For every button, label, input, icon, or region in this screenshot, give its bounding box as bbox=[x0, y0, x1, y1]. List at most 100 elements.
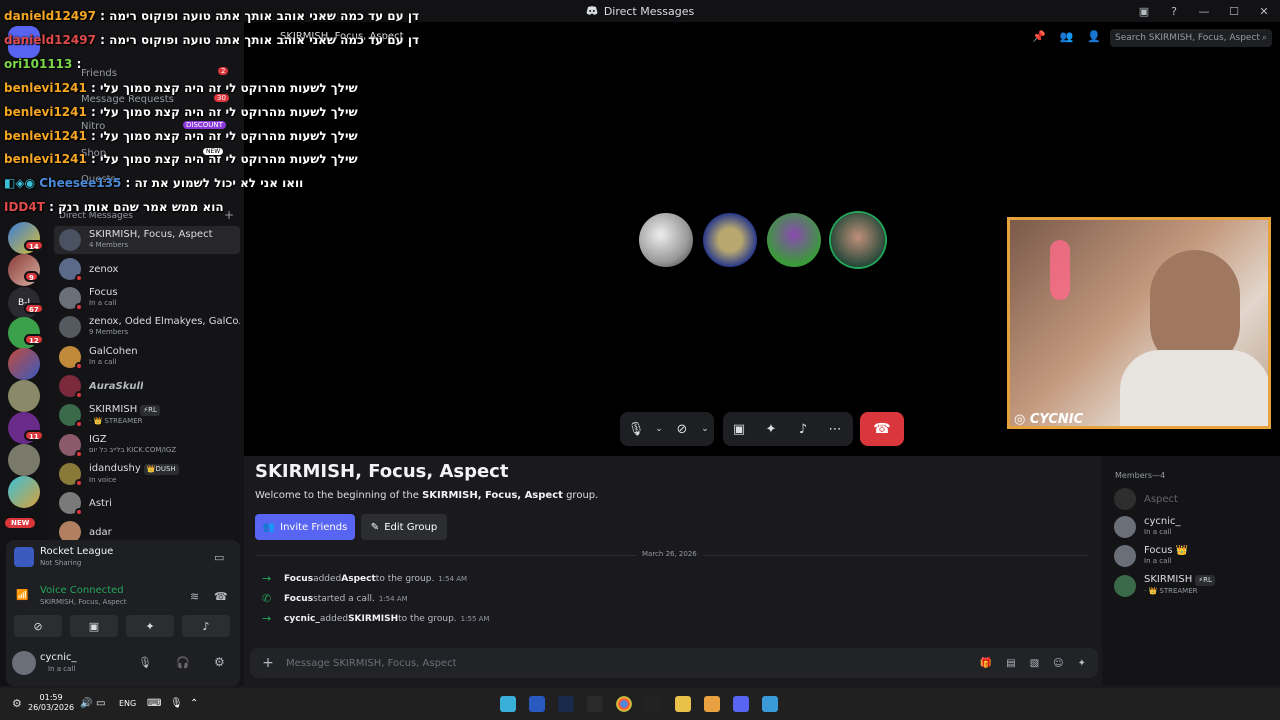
apps-icon[interactable]: ✦ bbox=[1078, 658, 1086, 669]
volume-icon[interactable]: 🔊 bbox=[80, 698, 92, 709]
gift-icon[interactable]: 🎁 bbox=[980, 658, 992, 669]
add-member-icon[interactable]: 👥 bbox=[1060, 30, 1074, 43]
phone-icon: ✆ bbox=[262, 592, 272, 605]
members-icon[interactable]: 👤 bbox=[1087, 30, 1101, 43]
mic-tray-icon[interactable]: 🎙 bbox=[170, 698, 183, 709]
server-icon[interactable] bbox=[8, 444, 40, 476]
dm-item[interactable]: SKIRMISH ⚡RL · 👑 STREAMER bbox=[54, 401, 240, 429]
server-badge: 12 bbox=[24, 334, 44, 345]
member-name: Aspect bbox=[1144, 493, 1178, 505]
server-icon[interactable] bbox=[8, 380, 40, 412]
dm-item[interactable]: AuraSkull bbox=[54, 372, 240, 400]
noise-suppression-icon[interactable]: ≋ bbox=[190, 590, 199, 603]
avatar bbox=[1114, 545, 1136, 567]
activities-button[interactable]: ✦ bbox=[126, 615, 174, 637]
participant-avatar[interactable] bbox=[767, 213, 821, 267]
search-input[interactable]: Search SKIRMISH, Focus, Aspect ⌕ bbox=[1110, 29, 1272, 47]
nitro-badge: DISCOUNT bbox=[183, 121, 226, 129]
language-indicator[interactable]: ENG bbox=[119, 699, 136, 708]
overlay-chat-line: ◧◈◉ Cheesee135 : וואו אני לא יכול לשמוע … bbox=[4, 176, 304, 190]
avatar bbox=[1114, 488, 1136, 510]
chevron-down-icon[interactable]: ⌄ bbox=[652, 412, 666, 446]
add-dm-icon[interactable]: + bbox=[224, 208, 234, 222]
nav-friends[interactable]: Friends bbox=[81, 68, 117, 79]
member-status: In a call bbox=[1144, 528, 1172, 536]
chrome-icon[interactable] bbox=[616, 696, 632, 712]
clan-tag: ⚡RL bbox=[140, 404, 160, 416]
chevron-down-icon[interactable]: ⌄ bbox=[698, 412, 712, 446]
settings-gear-icon[interactable]: ⚙ bbox=[214, 655, 225, 669]
participant-avatar[interactable] bbox=[703, 213, 757, 267]
stream-icon[interactable]: ▭ bbox=[214, 551, 224, 564]
network-icon[interactable]: ⚙ bbox=[12, 697, 22, 710]
message-input[interactable]: + Message SKIRMISH, Focus, Aspect 🎁 ▤ ▧ … bbox=[250, 648, 1098, 678]
avatar bbox=[1114, 574, 1136, 597]
dm-item[interactable]: Astri bbox=[54, 489, 240, 517]
dm-name: zenox bbox=[89, 263, 119, 275]
screen-share-icon[interactable]: ▣ bbox=[723, 412, 755, 446]
keyboard-icon[interactable]: ⌨ bbox=[147, 698, 161, 709]
screen-share-button[interactable]: ▣ bbox=[70, 615, 118, 637]
inbox-icon[interactable]: ▣ bbox=[1136, 3, 1152, 19]
display-icon[interactable]: ▭ bbox=[96, 698, 105, 709]
arrow-right-icon: → bbox=[262, 572, 272, 585]
edit-group-button[interactable]: ✎ Edit Group bbox=[361, 514, 447, 540]
soundboard-icon[interactable]: ♪ bbox=[787, 412, 819, 446]
attach-plus-icon[interactable]: + bbox=[250, 655, 286, 671]
call-controls: 🎙 ⌄ ⊘ ⌄ bbox=[620, 412, 714, 446]
file-explorer-icon[interactable] bbox=[675, 696, 691, 712]
mic-toggle-icon[interactable]: 🎙 bbox=[620, 412, 652, 446]
sticker-icon[interactable]: ▧ bbox=[1030, 658, 1039, 669]
folder-icon[interactable] bbox=[704, 696, 720, 712]
notepad-icon[interactable] bbox=[500, 696, 516, 712]
pin-icon[interactable]: 📌 bbox=[1032, 30, 1046, 43]
badge-icons: ◧◈◉ bbox=[4, 176, 36, 190]
dm-item[interactable]: idandushy 👑DUSH In voice bbox=[54, 460, 240, 488]
dm-sub: 4 Members bbox=[89, 241, 129, 249]
close-button[interactable]: ✕ bbox=[1256, 3, 1272, 19]
dm-item[interactable]: Focus In a call bbox=[54, 284, 240, 312]
game-status: Not Sharing bbox=[40, 559, 82, 567]
dm-item[interactable]: SKIRMISH, Focus, Aspect 4 Members bbox=[54, 226, 240, 254]
invite-friends-button[interactable]: 👥 Invite Friends bbox=[255, 514, 355, 540]
dm-item[interactable]: zenox bbox=[54, 255, 240, 283]
disconnect-icon[interactable]: ☎ bbox=[214, 590, 228, 603]
activities-icon[interactable]: ✦ bbox=[755, 412, 787, 446]
steam-icon[interactable] bbox=[558, 696, 574, 712]
participant-avatar-speaking[interactable] bbox=[831, 213, 885, 267]
camera-button[interactable]: ⊘ bbox=[14, 615, 62, 637]
rocket-league-taskbar-icon[interactable] bbox=[529, 696, 545, 712]
member-item[interactable]: SKIRMISH ⚡RL · 👑 STREAMER bbox=[1114, 574, 1215, 597]
chevron-up-icon[interactable]: ⌃ bbox=[190, 698, 198, 709]
dm-item[interactable]: IGZ בלייב כל יום KICK.COM/IGZ bbox=[54, 431, 240, 459]
epic-games-icon[interactable] bbox=[645, 696, 661, 712]
member-item[interactable]: Focus 👑 In a call bbox=[1114, 545, 1188, 567]
dm-item[interactable]: zenox, Oded Elmakyes, GalCo... 9 Members bbox=[54, 313, 240, 341]
dm-item[interactable]: GalCohen In a call bbox=[54, 343, 240, 371]
gif-icon[interactable]: ▤ bbox=[1006, 658, 1015, 669]
hang-up-button[interactable]: ☎ bbox=[860, 412, 904, 446]
camera-off-icon[interactable]: ⊘ bbox=[666, 412, 698, 446]
help-icon[interactable]: ? bbox=[1166, 3, 1182, 19]
member-item[interactable]: Aspect bbox=[1114, 488, 1178, 510]
member-item[interactable]: cycnic_ In a call bbox=[1114, 516, 1181, 538]
soundboard-button[interactable]: ♪ bbox=[182, 615, 230, 637]
server-icon[interactable] bbox=[8, 476, 40, 508]
participant-avatar[interactable] bbox=[639, 213, 693, 267]
more-icon[interactable]: ⋯ bbox=[819, 412, 851, 446]
windows-start-icon[interactable] bbox=[762, 696, 778, 712]
discord-taskbar-icon[interactable] bbox=[733, 696, 749, 712]
arrow-right-icon: → bbox=[262, 612, 272, 625]
mic-icon[interactable]: 🎙 bbox=[138, 656, 152, 669]
maximize-button[interactable]: ☐ bbox=[1226, 3, 1242, 19]
emoji-icon[interactable]: ☺ bbox=[1053, 658, 1063, 669]
headphones-icon[interactable]: 🎧 bbox=[176, 656, 190, 669]
rocket-league-icon bbox=[14, 547, 34, 567]
minimize-button[interactable]: — bbox=[1196, 3, 1212, 19]
user-avatar[interactable] bbox=[12, 651, 36, 675]
mm-icon[interactable] bbox=[587, 696, 603, 712]
nav-message-requests[interactable]: Message Requests bbox=[81, 94, 174, 105]
clock-date: 26/03/2026 bbox=[28, 703, 75, 712]
server-icon[interactable] bbox=[8, 348, 40, 380]
avatar bbox=[59, 229, 81, 251]
